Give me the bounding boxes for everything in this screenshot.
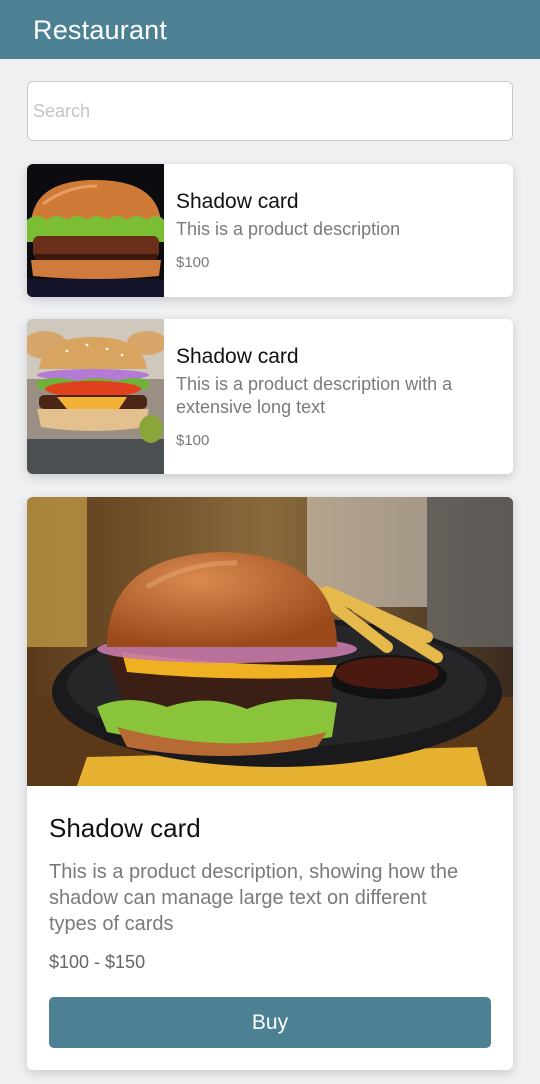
card-description: This is a product description, showing h… <box>49 861 459 935</box>
card-price: $100 <box>176 254 210 271</box>
buy-button[interactable]: Buy <box>49 997 491 1048</box>
card-title: Shadow card <box>176 190 299 213</box>
product-image <box>27 164 164 297</box>
product-card[interactable]: Shadow card This is a product descriptio… <box>27 164 513 297</box>
card-description: This is a product description <box>176 219 401 239</box>
product-image <box>27 497 513 786</box>
card-description: This is a product description with a ext… <box>176 374 453 417</box>
app-bar: Restaurant <box>0 0 540 59</box>
card-title: Shadow card <box>176 345 299 368</box>
card-price: $100 - $150 <box>49 952 146 972</box>
product-card[interactable]: Shadow card This is a product descriptio… <box>27 319 513 474</box>
card-title: Shadow card <box>49 813 201 843</box>
product-image <box>27 319 164 474</box>
app-title: Restaurant <box>33 15 168 45</box>
product-card-large: Shadow card This is a product descriptio… <box>27 497 513 1070</box>
search-input[interactable] <box>27 81 513 141</box>
card-price: $100 <box>176 432 210 449</box>
